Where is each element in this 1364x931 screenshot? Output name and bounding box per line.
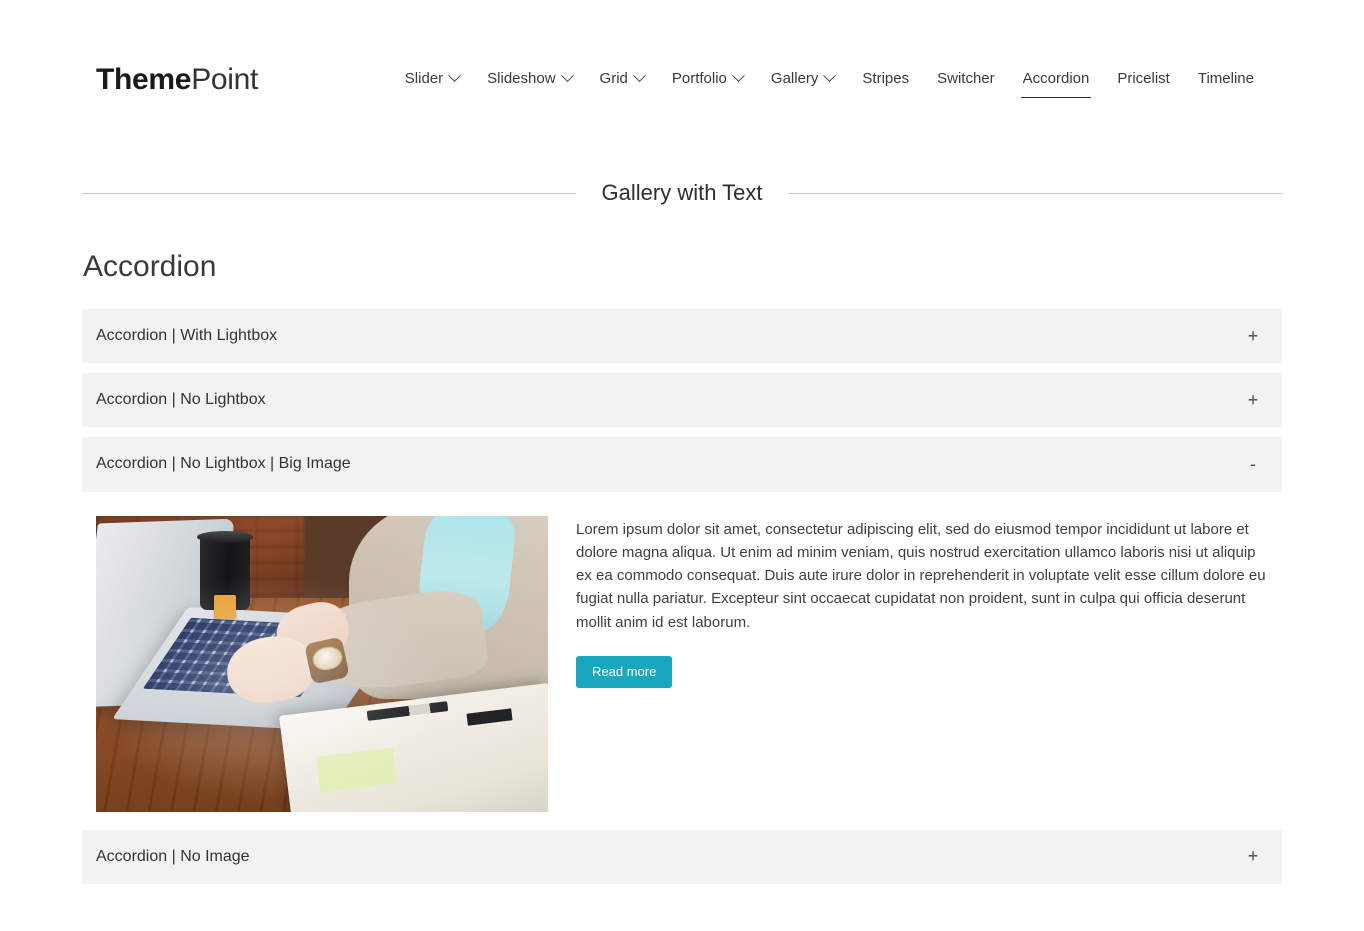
nav-item-stripes[interactable]: Stripes [848,63,923,98]
divider-rule-left [82,192,576,194]
nav-item-label: Slider [404,69,444,87]
nav-item-label: Pricelist [1117,69,1170,87]
chevron-down-icon [448,68,462,82]
nav-item-slideshow[interactable]: Slideshow [473,63,585,98]
nav-item-label: Switcher [937,69,995,87]
chevron-down-icon [823,68,837,82]
accordion-item-title: Accordion | No Lightbox [96,391,266,409]
accordion-item: Accordion | No Lightbox + [82,373,1282,428]
chevron-down-icon [560,68,574,82]
chevron-down-icon [732,68,745,82]
accordion-header-no-lightbox-big-image[interactable]: Accordion | No Lightbox | Big Image - [82,437,1282,492]
plus-icon[interactable]: + [1246,327,1260,345]
main-content: Accordion Accordion | With Lightbox + Ac… [0,250,1364,884]
read-more-button[interactable]: Read more [576,655,673,688]
photo-glare [96,515,548,812]
nav-item-label: Grid [599,69,628,87]
nav-item-accordion[interactable]: Accordion [1009,63,1104,98]
minus-icon[interactable]: - [1246,455,1260,473]
nav-item-switcher[interactable]: Switcher [923,63,1009,98]
accordion-header-no-lightbox[interactable]: Accordion | No Lightbox + [82,373,1282,428]
logo-bold-text: Theme [96,63,192,96]
nav-item-grid[interactable]: Grid [586,63,658,98]
accordion-item: Accordion | No Lightbox | Big Image - Lo… [82,437,1282,819]
panel-body: Lorem ipsum dolor sit amet, consectetur … [576,516,1268,812]
main-navigation: Slider Slideshow Grid Portfolio Gallery … [391,63,1268,98]
accordion-header-no-image[interactable]: Accordion | No Image + [82,829,1282,884]
site-header: ThemePoint Slider Slideshow Grid Portfol… [0,0,1364,160]
nav-item-label: Timeline [1197,69,1254,87]
nav-item-portfolio[interactable]: Portfolio [658,63,757,98]
chevron-down-icon [633,68,646,82]
accordion-item: Accordion | No Image + [82,829,1282,884]
section-divider: Gallery with Text [0,182,1364,204]
accordion-item-title: Accordion | No Lightbox | Big Image [96,455,351,473]
plus-icon[interactable]: + [1246,391,1260,409]
panel-paragraph: Lorem ipsum dolor sit amet, consectetur … [576,520,1266,631]
accordion-item-title: Accordion | With Lightbox [96,327,278,344]
accordion-header-with-lightbox[interactable]: Accordion | With Lightbox + [82,309,1282,364]
photo-illustration [96,515,548,812]
nav-item-label: Stripes [862,69,910,87]
nav-item-label: Slideshow [487,69,556,87]
nav-item-timeline[interactable]: Timeline [1184,63,1268,98]
page-title: Accordion [83,250,217,283]
panel-image[interactable] [96,515,548,812]
nav-item-label: Gallery [770,69,819,87]
nav-item-label: Accordion [1022,69,1090,87]
accordion-list: Accordion | With Lightbox + Accordion | … [82,309,1282,884]
section-title: Gallery with Text [601,180,763,205]
nav-item-pricelist[interactable]: Pricelist [1103,63,1184,98]
site-logo[interactable]: ThemePoint [96,65,258,95]
accordion-panel: Lorem ipsum dolor sit amet, consectetur … [82,492,1282,820]
page-root: ThemePoint Slider Slideshow Grid Portfol… [0,0,1364,931]
nav-item-label: Portfolio [671,69,727,87]
plus-icon[interactable]: + [1246,847,1260,865]
logo-light-text: Point [191,63,259,96]
divider-rule-right [788,192,1283,194]
accordion-item: Accordion | With Lightbox + [82,309,1282,364]
accordion-item-title: Accordion | No Image [96,847,250,865]
nav-item-slider[interactable]: Slider [391,63,473,98]
nav-item-gallery[interactable]: Gallery [757,63,849,98]
